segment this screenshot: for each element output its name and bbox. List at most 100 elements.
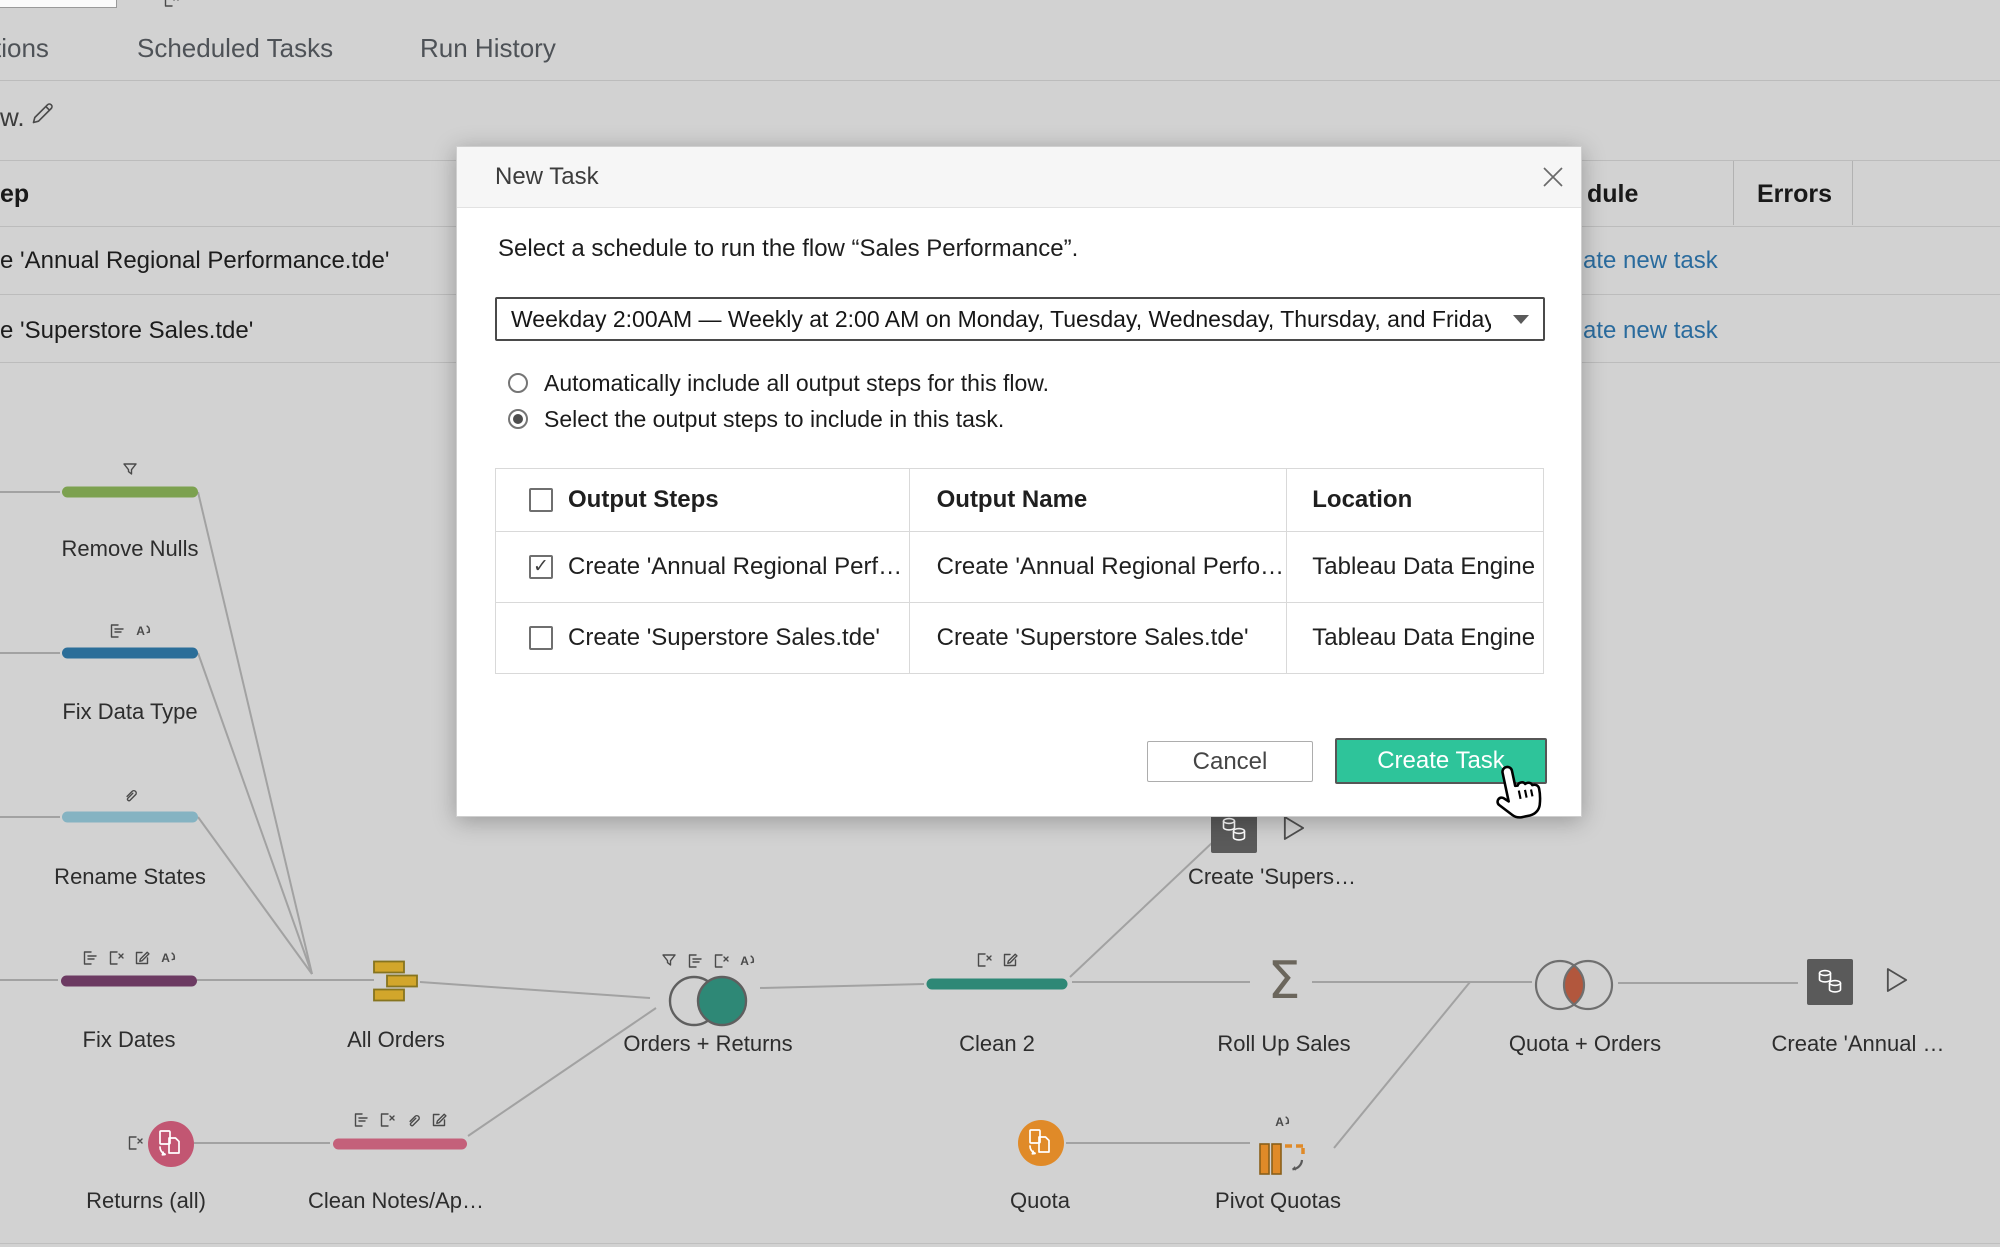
cell-location: Tableau Data Engine [1286, 603, 1543, 673]
fix-data-type-annotations: A [109, 623, 152, 640]
paperclip-icon [405, 1112, 422, 1129]
paperclip-icon [122, 787, 139, 804]
chevron-down-icon [1513, 315, 1529, 324]
doc-icon [687, 953, 704, 970]
output-step-text: Create 'Superstore Sales.tde' [568, 624, 880, 652]
flow-step-orders-returns[interactable] [666, 973, 750, 1029]
flow-step-label: Quota + Orders [1509, 1031, 1661, 1057]
flow-step-rename-states[interactable] [62, 812, 198, 823]
flow-step-clean-2[interactable] [927, 979, 1068, 990]
edit-icon [134, 950, 151, 967]
output-steps-table: Output Steps Output Name Location ✓ Creat… [495, 468, 1544, 674]
pivot-quotas-annotations: A [1274, 1114, 1291, 1131]
join-venn-icon [666, 973, 750, 1029]
returns-all-annotations [163, 0, 180, 9]
doc-x-icon [713, 953, 730, 970]
flow-step-quota[interactable] [1016, 1118, 1066, 1168]
dialog-title: New Task [495, 147, 599, 207]
flow-step-label: Orders + Returns [623, 1031, 792, 1057]
flow-step-quota-orders[interactable] [1532, 957, 1616, 1013]
doc-icon [353, 1112, 370, 1129]
schedule-dropdown-value: Weekday 2:00AM — Weekly at 2:00 AM on Mo… [511, 299, 1491, 339]
radio-label: Select the output steps to include in th… [544, 406, 1004, 433]
output-steps-header-row: Output Steps Output Name Location [496, 469, 1543, 531]
schedule-dropdown[interactable]: Weekday 2:00AM — Weekly at 2:00 AM on Mo… [495, 297, 1545, 341]
cancel-button[interactable]: Cancel [1147, 741, 1313, 782]
output-step-icon [1807, 959, 1853, 1005]
flow-step-label: Fix Data Type [62, 699, 197, 725]
flow-step-label: Fix Dates [83, 1027, 176, 1053]
cell-output-step: Create 'Superstore Sales.tde' [496, 603, 909, 673]
input-step-icon [146, 1119, 196, 1169]
flow-step-label: Remove Nulls [62, 536, 199, 562]
dialog-header: New Task [457, 147, 1581, 208]
output-step-row: ✓ Create 'Annual Regional Perf…Create 'An… [496, 531, 1543, 602]
flow-step-fix-data-type[interactable] [62, 648, 198, 659]
radio-option-2[interactable]: Select the output steps to include in th… [508, 404, 1004, 434]
join-venn-icon [1532, 957, 1616, 1013]
sigma-aggregate-icon: Σ [1268, 951, 1301, 1011]
fix-dates-annotations: A [82, 950, 177, 967]
doc-icon [109, 623, 126, 640]
header-output-name-label: Output Name [937, 486, 1088, 514]
clean-notes-annotations [353, 1112, 448, 1129]
atype-icon: A [739, 953, 756, 970]
edit-icon [1002, 952, 1019, 969]
new-task-dialog: New Task Select a schedule to run the fl… [456, 146, 1582, 817]
doc-x-icon [163, 0, 180, 9]
svg-text:A: A [1275, 1115, 1284, 1129]
cell-output-name: Create 'Superstore Sales.tde' [909, 603, 1287, 673]
select-all-checkbox[interactable] [529, 488, 553, 512]
svg-text:A: A [161, 951, 170, 965]
output-step-row: Create 'Superstore Sales.tde' Create 'Sup… [496, 602, 1543, 673]
doc-x-icon [379, 1112, 396, 1129]
flow-step-label: All Orders [347, 1027, 445, 1053]
flow-step-pivot-quotas[interactable] [1258, 1138, 1306, 1180]
radio-option-1[interactable]: Automatically include all output steps f… [508, 368, 1049, 398]
radio-selected-icon[interactable] [508, 409, 528, 429]
run-flow-icon[interactable] [1283, 814, 1305, 842]
header-location-label: Location [1312, 486, 1412, 514]
flow-step-label: Clean Notes/Ap… [308, 1188, 484, 1214]
run-flow-icon[interactable] [1886, 966, 1908, 994]
flow-step-fix-dates[interactable] [61, 976, 197, 987]
radio-unselected-icon[interactable] [508, 373, 528, 393]
orders-returns-annotations: A [661, 953, 756, 970]
dialog-instruction: Select a schedule to run the flow “Sales… [498, 235, 1078, 263]
output-step-text: Create 'Annual Regional Perf… [568, 553, 902, 581]
remove-nulls-annotations [122, 462, 139, 479]
cell-output-name: Create 'Annual Regional Perfo… [909, 532, 1287, 602]
checkbox-checked[interactable]: ✓ [529, 555, 553, 579]
header-output-steps: Output Steps [496, 469, 909, 531]
flow-step-label: Create 'Supers… [1188, 864, 1356, 890]
flow-step-label: Quota [1010, 1188, 1070, 1214]
input-step-icon [1016, 1118, 1066, 1168]
pivot-icon [1258, 1138, 1306, 1180]
flow-step-roll-up-sales[interactable]: Σ [1268, 958, 1301, 1004]
flow-step-all-orders[interactable] [373, 961, 419, 1002]
flow-step-label: Roll Up Sales [1217, 1031, 1350, 1057]
flow-step-label: Create 'Annual … [1772, 1031, 1945, 1057]
doc-x-icon [127, 1135, 144, 1152]
checkbox-unchecked[interactable] [529, 626, 553, 650]
flow-step-remove-nulls[interactable] [62, 487, 198, 498]
header-output-name: Output Name [909, 469, 1287, 531]
atype-icon: A [1274, 1114, 1291, 1131]
svg-text:A: A [136, 624, 145, 638]
radio-label: Automatically include all output steps f… [544, 370, 1049, 397]
funnel-icon [661, 953, 678, 970]
doc-x-icon [976, 952, 993, 969]
atype-icon: A [160, 950, 177, 967]
clean-2-annotations [976, 952, 1019, 969]
flow-step-clean-notes[interactable] [333, 1139, 467, 1150]
funnel-icon [122, 462, 139, 479]
flow-step-label: Pivot Quotas [1215, 1188, 1341, 1214]
flow-step-returns-all[interactable] [146, 1119, 196, 1169]
close-icon[interactable] [1541, 165, 1565, 189]
header-location: Location [1286, 469, 1543, 531]
flow-step-create-annual[interactable] [1807, 959, 1853, 1005]
union-bricks-icon [373, 961, 419, 1002]
doc-x-annotation [127, 1135, 144, 1152]
cell-location: Tableau Data Engine [1286, 532, 1543, 602]
svg-text:A: A [740, 954, 749, 968]
